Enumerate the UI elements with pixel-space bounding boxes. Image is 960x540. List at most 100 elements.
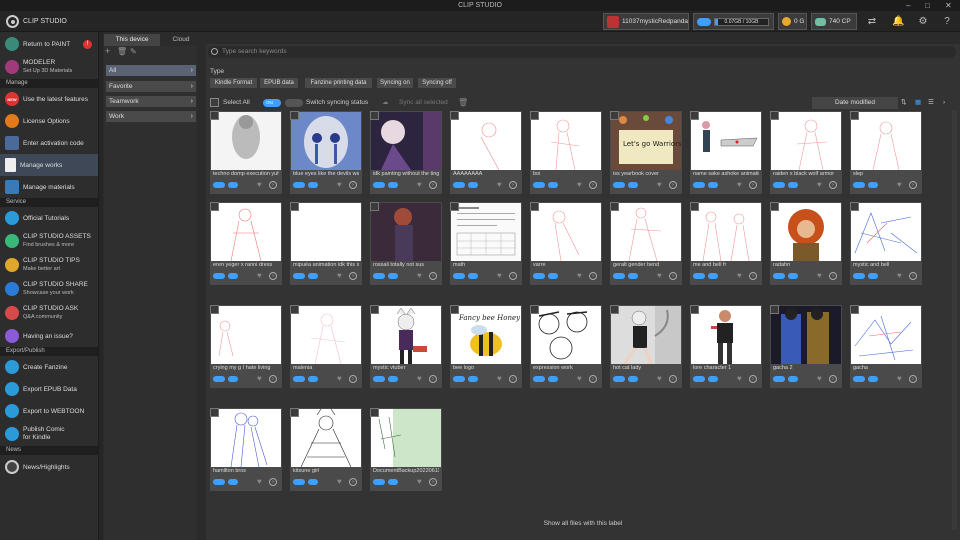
cloud-sync-icon[interactable] [868, 182, 878, 188]
sync-all-label[interactable]: Sync all selected [399, 96, 448, 109]
chevron-right-icon[interactable]: › [269, 375, 277, 383]
chevron-right-icon[interactable]: › [589, 272, 597, 280]
cloud-storage-button[interactable]: 0.07GB / 10GB [693, 13, 774, 30]
work-checkbox[interactable] [290, 202, 299, 211]
chevron-right-icon[interactable]: › [909, 272, 917, 280]
maximize-icon[interactable]: □ [925, 0, 930, 11]
work-card[interactable]: crying my g I hate living ♥ › [210, 305, 282, 388]
heart-icon[interactable]: ♥ [337, 374, 342, 383]
work-checkbox[interactable] [370, 305, 379, 314]
work-thumbnail[interactable] [771, 306, 841, 364]
work-thumbnail[interactable] [531, 112, 601, 170]
work-thumbnail[interactable] [291, 409, 361, 467]
chevron-right-icon[interactable]: › [509, 272, 517, 280]
work-card[interactable]: raiden x black wolf armor ♥ › [770, 111, 842, 194]
work-thumbnail[interactable] [211, 306, 281, 364]
work-card[interactable]: gacha 2 ♥ › [770, 305, 842, 388]
sidebar-item-tips[interactable]: CLIP STUDIO TIPS Make better art [0, 253, 98, 277]
chevron-right-icon[interactable]: › [349, 272, 357, 280]
cloud-sync-icon[interactable] [708, 376, 718, 382]
sync-arrows-icon[interactable]: ⇄ [866, 16, 878, 28]
heart-icon[interactable]: ♥ [737, 180, 742, 189]
search-input[interactable]: Type search keywords [208, 46, 956, 58]
cloud-sync-icon[interactable] [308, 182, 318, 188]
more-options-icon[interactable]: › [943, 96, 945, 109]
work-checkbox[interactable] [690, 305, 699, 314]
chevron-right-icon[interactable]: › [269, 181, 277, 189]
sync-toggle[interactable] [693, 273, 705, 279]
work-card[interactable]: Let's go Warriors! iss yearbook cover ♥ › [610, 111, 682, 194]
gear-icon[interactable]: ⚙ [917, 16, 929, 28]
work-thumbnail[interactable] [371, 409, 441, 467]
chip-epub-data[interactable]: EPUB data [260, 78, 298, 88]
cloud-sync-icon[interactable] [468, 376, 478, 382]
cloud-sync-icon[interactable] [548, 273, 558, 279]
work-checkbox[interactable] [610, 305, 619, 314]
heart-icon[interactable]: ♥ [897, 271, 902, 280]
sync-toggle[interactable]: ON [263, 99, 281, 107]
chevron-right-icon[interactable]: › [429, 272, 437, 280]
heart-icon[interactable]: ♥ [657, 180, 662, 189]
heart-icon[interactable]: ♥ [257, 477, 262, 486]
work-card[interactable]: mystic vtuber ♥ › [370, 305, 442, 388]
sidebar-item-manage-materials[interactable]: Manage materials [0, 176, 98, 198]
cloud-sync-icon[interactable] [388, 273, 398, 279]
chevron-right-icon[interactable]: › [669, 375, 677, 383]
sort-order-icon[interactable]: ⇅ [901, 96, 906, 109]
cloud-sync-icon[interactable] [228, 182, 238, 188]
delete-label-icon[interactable]: 🗑 [117, 47, 127, 56]
cloud-sync-icon[interactable] [388, 479, 398, 485]
chevron-right-icon[interactable]: › [749, 272, 757, 280]
heart-icon[interactable]: ♥ [897, 180, 902, 189]
work-checkbox[interactable] [770, 111, 779, 120]
sync-toggle[interactable] [213, 273, 225, 279]
sync-toggle[interactable] [373, 479, 385, 485]
chevron-right-icon[interactable]: › [429, 375, 437, 383]
work-thumbnail[interactable] [611, 203, 681, 261]
sync-toggle[interactable] [533, 273, 545, 279]
cloud-sync-icon[interactable] [308, 273, 318, 279]
heart-icon[interactable]: ♥ [817, 271, 822, 280]
work-checkbox[interactable] [610, 202, 619, 211]
cloud-sync-icon[interactable] [628, 273, 638, 279]
sidebar-item-publish-kindle[interactable]: Publish Comic for Kindle [0, 422, 98, 446]
sync-toggle[interactable] [373, 376, 385, 382]
chevron-right-icon[interactable]: › [429, 478, 437, 486]
work-checkbox[interactable] [210, 111, 219, 120]
chevron-right-icon[interactable]: › [749, 375, 757, 383]
sync-toggle[interactable] [773, 273, 785, 279]
sync-toggle[interactable] [693, 182, 705, 188]
sync-toggle[interactable] [453, 376, 465, 382]
chevron-right-icon[interactable]: › [349, 181, 357, 189]
sync-toggle[interactable] [533, 376, 545, 382]
sidebar-item-manage-works[interactable]: Manage works [0, 154, 98, 176]
sync-toggle[interactable] [453, 182, 465, 188]
work-checkbox[interactable] [610, 111, 619, 120]
cloud-sync-icon[interactable] [708, 182, 718, 188]
main-scrollbar[interactable] [952, 110, 957, 530]
work-thumbnail[interactable] [851, 112, 921, 170]
cloud-sync-icon[interactable] [788, 376, 798, 382]
sidebar-item-tutorials[interactable]: Official Tutorials [0, 207, 98, 229]
cloud-sync-icon[interactable] [548, 376, 558, 382]
chevron-right-icon[interactable]: › [269, 272, 277, 280]
work-thumbnail[interactable] [211, 203, 281, 261]
work-checkbox[interactable] [370, 408, 379, 417]
cloud-sync-icon[interactable] [468, 273, 478, 279]
work-checkbox[interactable] [770, 305, 779, 314]
label-work[interactable]: Work › [106, 111, 196, 122]
work-card[interactable]: techno domp execution yuh ♥ › [210, 111, 282, 194]
sync-toggle[interactable] [213, 479, 225, 485]
work-card[interactable]: slep ♥ › [850, 111, 922, 194]
heart-icon[interactable]: ♥ [657, 374, 662, 383]
cloud-sync-icon[interactable] [388, 376, 398, 382]
work-checkbox[interactable] [530, 111, 539, 120]
heart-icon[interactable]: ♥ [497, 180, 502, 189]
sync-toggle-off[interactable] [285, 99, 303, 107]
heart-icon[interactable]: ♥ [337, 180, 342, 189]
heart-icon[interactable]: ♥ [337, 477, 342, 486]
heart-icon[interactable]: ♥ [417, 477, 422, 486]
help-icon[interactable]: ? [941, 16, 953, 28]
bell-icon[interactable]: 🔔 [892, 16, 904, 28]
chevron-right-icon[interactable]: › [349, 375, 357, 383]
